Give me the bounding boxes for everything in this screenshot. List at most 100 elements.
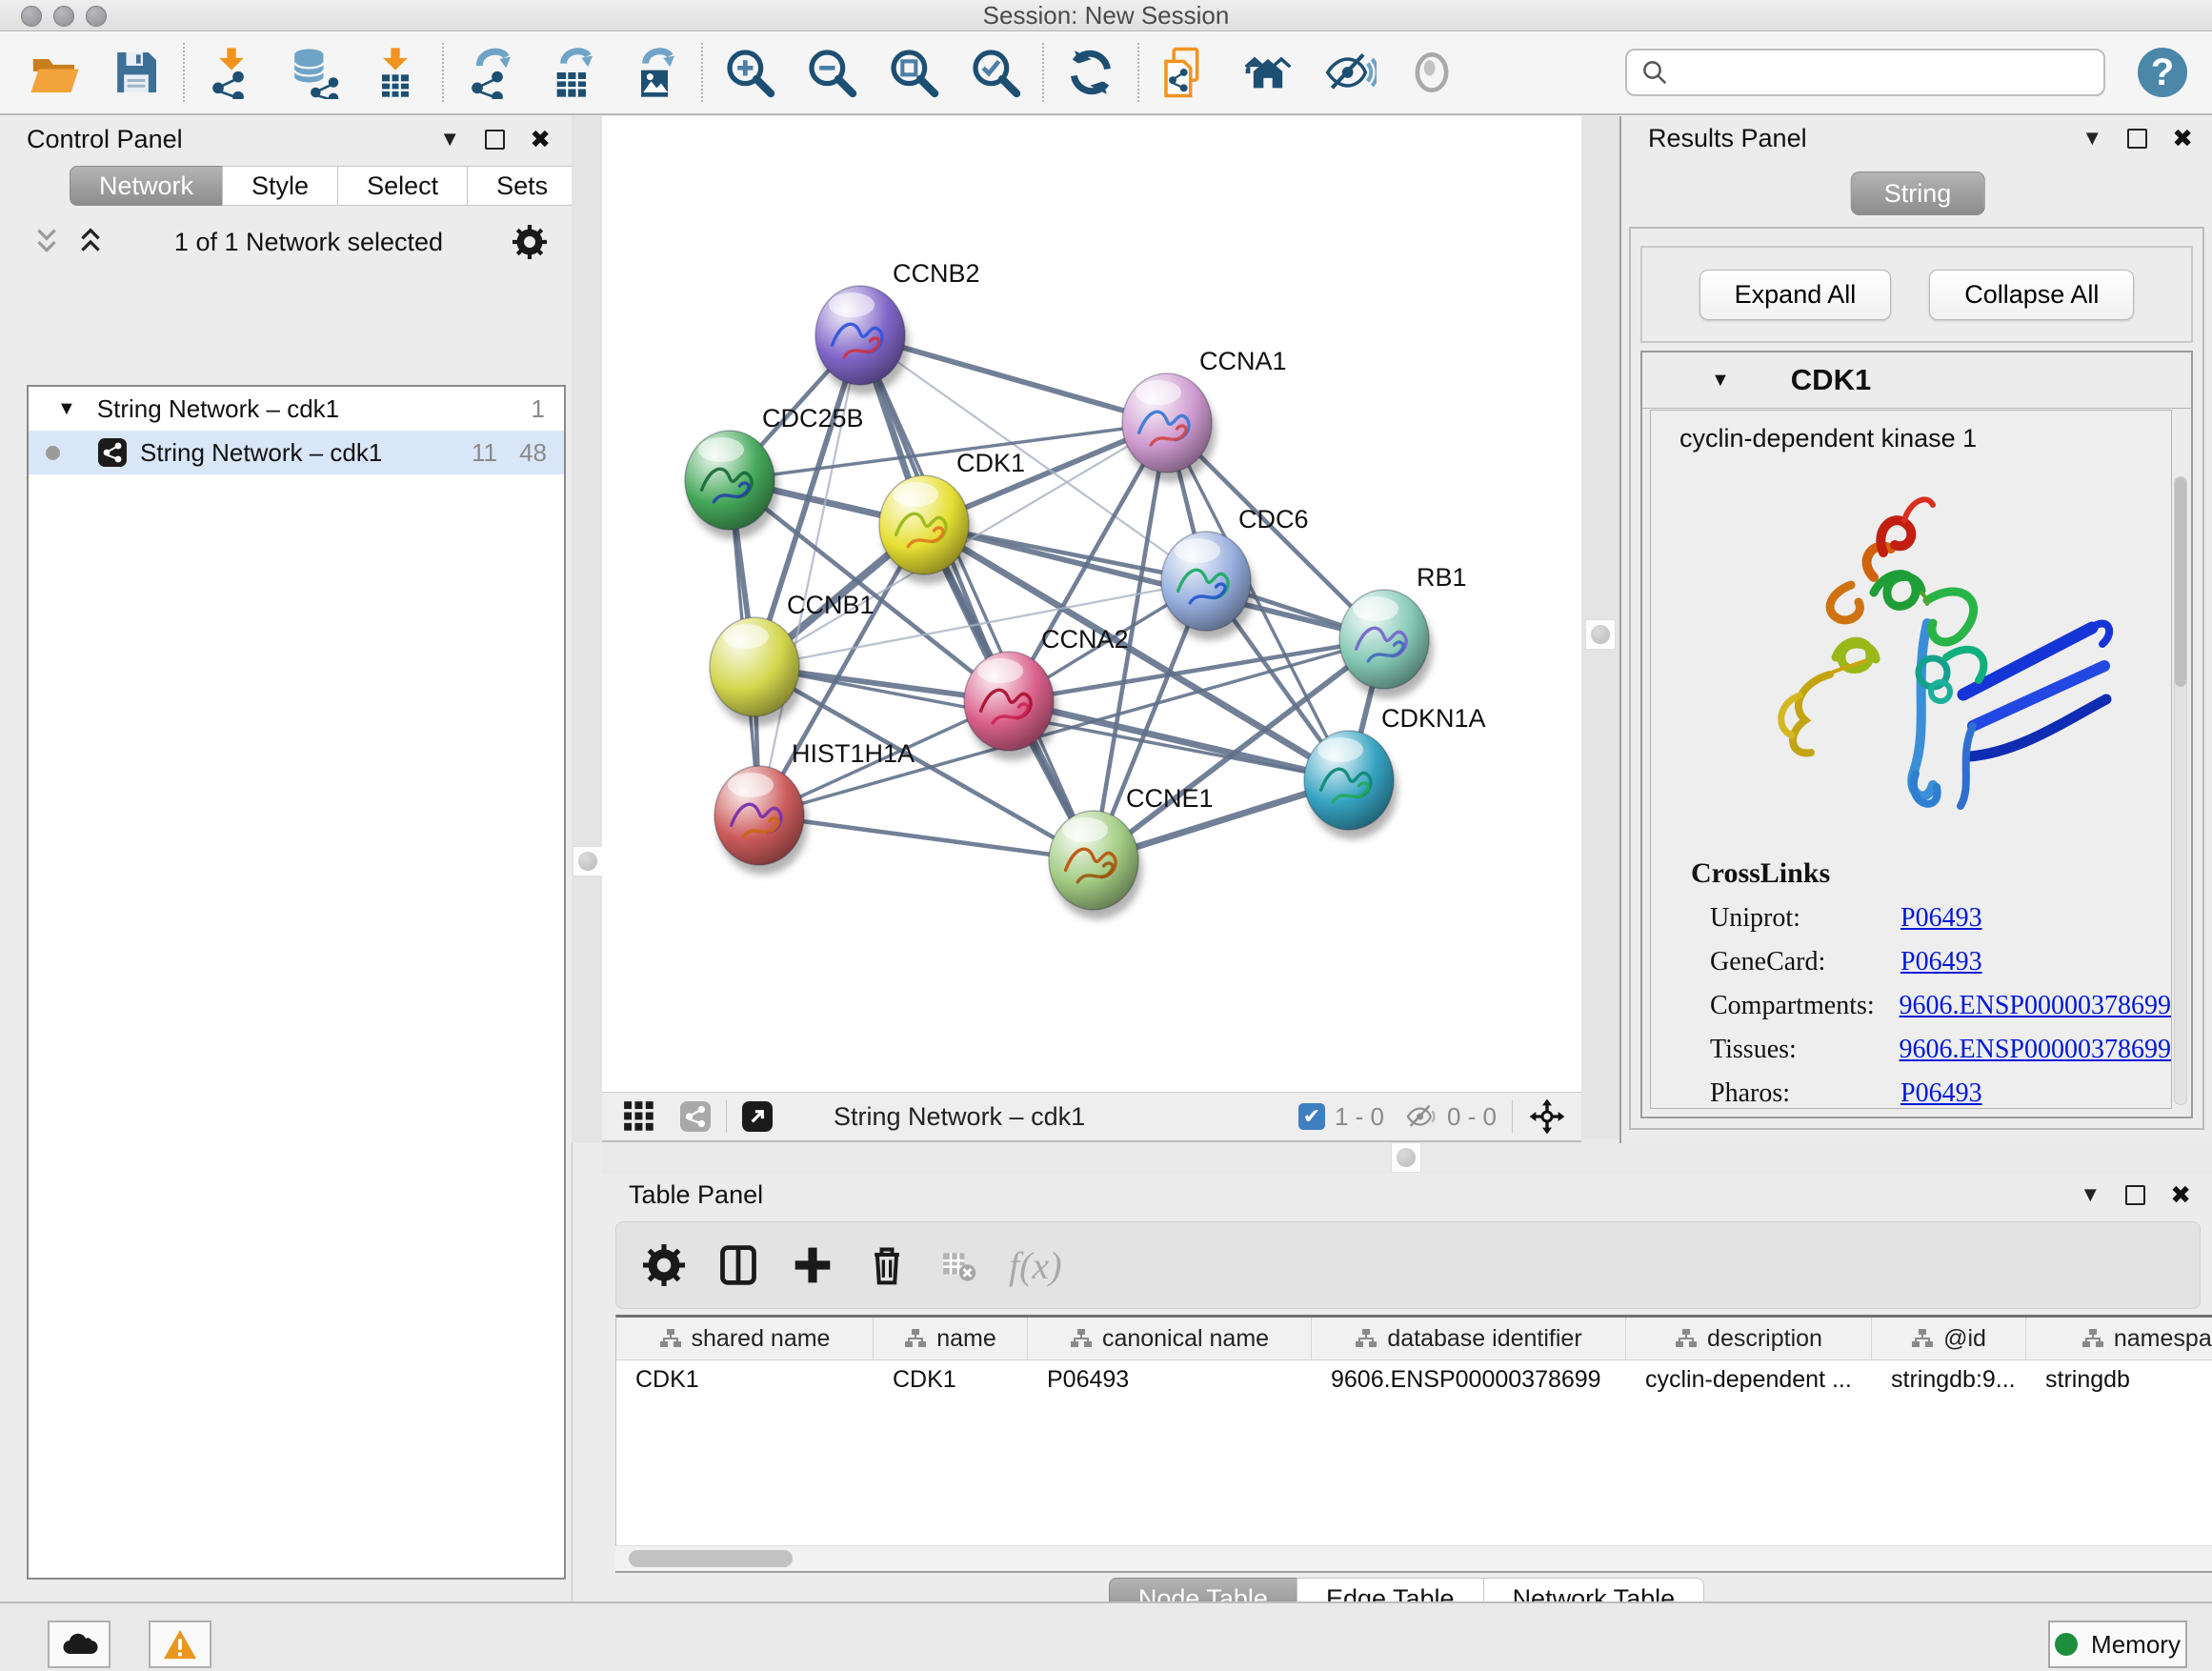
- zoom-selected-button[interactable]: [955, 38, 1036, 107]
- export-table-button[interactable]: [532, 38, 613, 107]
- tab-string[interactable]: String: [1851, 171, 1985, 215]
- import-database-button[interactable]: [272, 38, 354, 107]
- crosslink-link[interactable]: P06493: [1900, 1078, 1982, 1109]
- column-header-namespace[interactable]: namespace: [2026, 1318, 2212, 1359]
- network-edge[interactable]: [860, 335, 1094, 860]
- refresh-view-button[interactable]: [1050, 38, 1132, 107]
- detach-view-icon[interactable]: [742, 1101, 773, 1132]
- node-result-header[interactable]: ▼ CDK1: [1642, 352, 2191, 409]
- hidden-count: 0 - 0: [1447, 1102, 1497, 1132]
- column-header-name[interactable]: name: [874, 1318, 1028, 1359]
- birdseye-view-icon[interactable]: [680, 1101, 711, 1132]
- network-collection-row[interactable]: ▼ String Network – cdk1 1: [29, 387, 564, 431]
- expand-all-button[interactable]: Expand All: [1699, 270, 1892, 320]
- tab-network[interactable]: Network: [70, 166, 223, 206]
- horizontal-splitter[interactable]: [602, 1139, 2212, 1174]
- network-selection-status: 1 of 1 Network selected: [105, 228, 513, 257]
- tab-style[interactable]: Style: [222, 166, 338, 206]
- panel-menu-icon[interactable]: ▼: [2081, 126, 2102, 151]
- home-networks-button[interactable]: [1227, 38, 1309, 107]
- tab-select[interactable]: Select: [337, 166, 468, 206]
- network-node-cdkn1a[interactable]: CDKN1A: [1304, 704, 1486, 839]
- network-node-ccne1[interactable]: CCNE1: [1049, 784, 1214, 919]
- warning-icon: [162, 1628, 198, 1661]
- network-node-cdc6[interactable]: CDC6: [1161, 505, 1309, 640]
- scrollbar-thumb[interactable]: [629, 1550, 793, 1567]
- right-splitter-handle[interactable]: [1585, 619, 1616, 650]
- table-header-row: shared namenamecanonical namedatabase id…: [616, 1318, 2212, 1360]
- help-button[interactable]: ?: [2138, 48, 2187, 97]
- hide-unhide-button[interactable]: [1309, 38, 1391, 107]
- warning-status-button[interactable]: [149, 1621, 211, 1668]
- left-splitter-handle[interactable]: [573, 846, 603, 876]
- zoom-fit-button[interactable]: [873, 38, 955, 107]
- table-horizontal-scrollbar[interactable]: [615, 1545, 2212, 1573]
- network-node-hist1h1a[interactable]: HIST1H1A: [714, 739, 915, 875]
- import-network-button[interactable]: [191, 38, 272, 107]
- network-node-ccna2[interactable]: CCNA2: [964, 625, 1129, 760]
- network-node-rb1[interactable]: RB1: [1339, 563, 1467, 698]
- horizontal-splitter-handle[interactable]: [1391, 1142, 1421, 1173]
- column-header--id[interactable]: @id: [1872, 1318, 2026, 1359]
- crosslink-link[interactable]: 9606.ENSP00000378699: [1900, 1035, 2171, 1065]
- network-edge[interactable]: [759, 815, 1094, 860]
- export-network-button[interactable]: [450, 38, 532, 107]
- toolbar-separator: [1137, 43, 1139, 102]
- network-node-cdk1[interactable]: CDK1: [879, 449, 1025, 584]
- search-field[interactable]: [1625, 49, 2105, 96]
- zoom-out-button[interactable]: [791, 38, 873, 107]
- table-row[interactable]: CDK1CDK1P064939606.ENSP00000378699cyclin…: [616, 1360, 2212, 1399]
- string-protein-query-button[interactable]: [1145, 38, 1227, 107]
- table-panel: Table Panel ▼ ✖: [602, 1174, 2212, 1601]
- add-column-icon[interactable]: [792, 1244, 834, 1286]
- crosslink-link[interactable]: P06493: [1900, 947, 1982, 977]
- tree-expander-icon[interactable]: ▼: [57, 398, 76, 420]
- right-splitter[interactable]: [1581, 116, 1619, 1143]
- columns-icon[interactable]: [717, 1244, 759, 1286]
- column-header-database-identifier[interactable]: database identifier: [1312, 1318, 1626, 1359]
- panel-menu-icon[interactable]: ▼: [439, 127, 460, 151]
- left-splitter[interactable]: [572, 116, 602, 1143]
- move-crosshair-icon[interactable]: [1528, 1097, 1566, 1136]
- show-view-button[interactable]: [1391, 38, 1473, 107]
- tab-sets[interactable]: Sets: [467, 166, 577, 206]
- panel-close-icon[interactable]: ✖: [2170, 1180, 2191, 1210]
- selected-checkbox-icon[interactable]: ✔: [1298, 1103, 1325, 1130]
- gear-icon[interactable]: [643, 1244, 685, 1286]
- memory-button[interactable]: Memory: [2048, 1621, 2187, 1668]
- results-scrollbar[interactable]: [2174, 476, 2187, 1105]
- panel-close-icon[interactable]: ✖: [2172, 124, 2193, 153]
- crosslink-link[interactable]: 9606.ENSP00000378699: [1900, 991, 2171, 1021]
- panel-close-icon[interactable]: ✖: [530, 125, 551, 154]
- collapse-all-icon[interactable]: [32, 227, 61, 257]
- import-table-button[interactable]: [354, 38, 436, 107]
- network-row[interactable]: String Network – cdk1 11 48: [29, 431, 564, 474]
- network-node-ccna1[interactable]: CCNA1: [1122, 347, 1287, 482]
- panel-float-icon[interactable]: [485, 130, 505, 150]
- refresh-icon: [1064, 46, 1117, 99]
- network-edge[interactable]: [1009, 701, 1349, 780]
- gear-icon[interactable]: [513, 225, 547, 259]
- open-session-button[interactable]: [13, 38, 95, 107]
- cloud-status-button[interactable]: [48, 1621, 111, 1668]
- panel-menu-icon[interactable]: ▼: [2080, 1182, 2101, 1207]
- delete-column-icon[interactable]: [866, 1244, 908, 1286]
- export-image-button[interactable]: [613, 38, 695, 107]
- collapse-all-button[interactable]: Collapse All: [1929, 270, 2134, 320]
- search-input[interactable]: [1669, 52, 2103, 92]
- network-canvas[interactable]: CCNB2CCNA1CDC25BCDK1CDC6RB1CCNB1CCNA2CDK…: [602, 116, 1581, 1092]
- grid-view-icon[interactable]: [623, 1100, 655, 1133]
- column-header-canonical-name[interactable]: canonical name: [1028, 1318, 1312, 1359]
- column-header-description[interactable]: description: [1626, 1318, 1872, 1359]
- memory-label: Memory: [2091, 1630, 2181, 1660]
- crosslink-link[interactable]: P06493: [1900, 903, 1982, 934]
- panel-float-icon[interactable]: [2127, 129, 2147, 149]
- panel-float-icon[interactable]: [2125, 1185, 2145, 1205]
- expand-all-icon[interactable]: [76, 227, 105, 257]
- network-node-cdc25b[interactable]: CDC25B: [685, 404, 864, 539]
- zoom-in-button[interactable]: [709, 38, 791, 107]
- section-expander-icon[interactable]: ▼: [1711, 370, 1730, 392]
- save-session-button[interactable]: [95, 38, 177, 107]
- network-node-ccnb2[interactable]: CCNB2: [815, 259, 980, 394]
- column-header-shared-name[interactable]: shared name: [616, 1318, 874, 1359]
